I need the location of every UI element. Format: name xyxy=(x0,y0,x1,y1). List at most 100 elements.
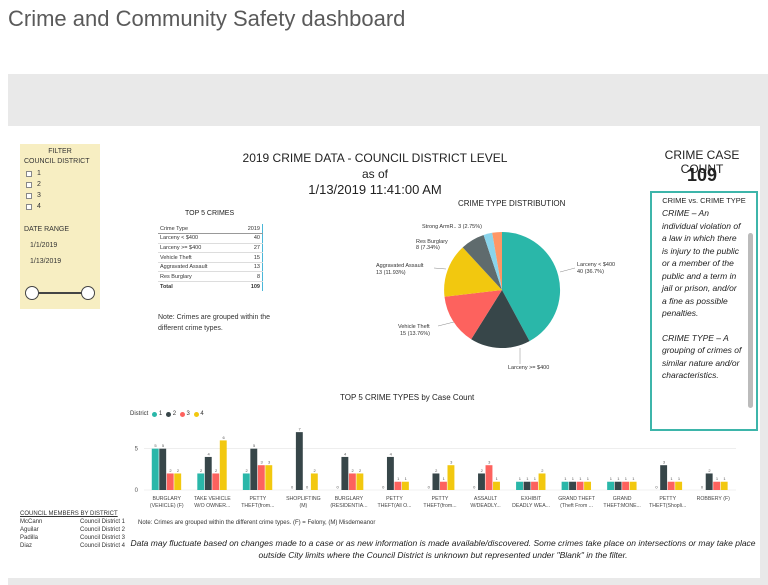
bar[interactable] xyxy=(531,481,538,490)
bar-data-label: 3 xyxy=(450,460,453,465)
pie-label: Vehicle Theft xyxy=(398,324,430,330)
bar[interactable] xyxy=(478,473,485,490)
bar[interactable] xyxy=(348,473,356,490)
slider-end-handle[interactable] xyxy=(81,286,95,300)
bar-data-label: 3 xyxy=(488,460,491,465)
bar-data-label: 1 xyxy=(625,476,628,481)
bar[interactable] xyxy=(440,481,447,490)
bar[interactable] xyxy=(675,481,683,490)
bar[interactable] xyxy=(166,473,174,490)
list-item: Padilla Council District 3 xyxy=(20,535,125,541)
district-checkbox-1[interactable]: 1 xyxy=(24,168,96,179)
col-year[interactable]: 2019 xyxy=(236,224,263,235)
bar[interactable] xyxy=(576,481,584,490)
definitions-body: CRIME – An individual violation of a law… xyxy=(652,205,756,382)
checkbox-icon[interactable] xyxy=(26,181,32,188)
legend-item-2[interactable]: 2 xyxy=(166,411,176,417)
bar[interactable] xyxy=(660,465,668,490)
slider-track[interactable] xyxy=(33,292,87,294)
x-tick-label: PETTY xyxy=(386,496,403,502)
legend-item-3[interactable]: 3 xyxy=(180,411,190,417)
crime-type-definition: CRIME TYPE – A grouping of crimes of sim… xyxy=(662,332,742,381)
date-start-input[interactable]: 1/1/2019 xyxy=(30,242,96,249)
district-checkbox-2[interactable]: 2 xyxy=(24,179,96,190)
definitions-scrollbar[interactable] xyxy=(748,233,753,408)
bar[interactable] xyxy=(667,481,675,490)
bar[interactable] xyxy=(705,473,713,490)
bar[interactable] xyxy=(584,481,592,490)
table-row: Larceny < $400 40 xyxy=(158,233,263,244)
bar[interactable] xyxy=(386,456,394,490)
district-checkbox-3[interactable]: 3 xyxy=(24,190,96,201)
bar-data-label: 0 xyxy=(701,485,704,490)
bar[interactable] xyxy=(356,473,364,490)
bar[interactable] xyxy=(212,473,220,490)
x-tick-label: (M) xyxy=(299,503,307,509)
bar[interactable] xyxy=(622,481,630,490)
bar[interactable] xyxy=(151,448,159,490)
bar-data-label: 2 xyxy=(352,468,355,473)
top5-title: TOP 5 CRIMES xyxy=(185,210,235,217)
x-tick-label: TAKE VEHICLE xyxy=(194,496,231,502)
checkbox-icon[interactable] xyxy=(26,170,32,177)
table-total-row: Total 109 xyxy=(158,281,263,292)
bar[interactable] xyxy=(159,448,167,490)
bar-data-label: 2 xyxy=(359,468,362,473)
bar[interactable] xyxy=(516,481,523,490)
bar-data-label: 0 xyxy=(655,485,658,490)
bar[interactable] xyxy=(310,473,318,490)
bar[interactable] xyxy=(493,481,500,490)
bar[interactable] xyxy=(538,473,546,490)
x-tick-label: BURGLARY xyxy=(153,496,182,502)
x-tick-label: GRAND xyxy=(613,496,632,502)
checkbox-icon[interactable] xyxy=(26,192,32,199)
bar[interactable] xyxy=(523,481,531,490)
bar[interactable] xyxy=(401,481,409,490)
bar[interactable] xyxy=(197,473,205,490)
bar[interactable] xyxy=(569,481,577,490)
bar[interactable] xyxy=(204,456,212,490)
bar-data-label: 1 xyxy=(534,476,537,481)
slider-start-handle[interactable] xyxy=(25,286,39,300)
bar-data-label: 1 xyxy=(678,476,681,481)
crime-definitions-card: CRIME vs. CRIME TYPE CRIME – An individu… xyxy=(650,191,758,431)
date-range-slider[interactable] xyxy=(25,285,95,301)
district-checkbox-4[interactable]: 4 xyxy=(24,201,96,212)
bar[interactable] xyxy=(720,481,728,490)
bar[interactable] xyxy=(713,481,721,490)
bar[interactable] xyxy=(174,473,182,490)
bar-data-label: 3 xyxy=(268,460,271,465)
bar[interactable] xyxy=(242,473,250,490)
bar[interactable] xyxy=(432,473,440,490)
report-title: 2019 CRIME DATA - COUNCIL DISTRICT LEVEL… xyxy=(240,150,510,198)
bar-data-label: 1 xyxy=(397,476,400,481)
legend-item-1[interactable]: 1 xyxy=(152,411,162,417)
top5-crime-types-bar-chart: 055 52 2BURGLARY(VEHICLE) (F)2426TAKE VEHI… xyxy=(135,427,736,509)
bar[interactable] xyxy=(295,432,303,490)
bar-data-label: 5 xyxy=(162,443,165,448)
case-count-value: 109 xyxy=(686,165,718,185)
bar[interactable] xyxy=(485,465,493,490)
bar[interactable] xyxy=(265,465,273,490)
col-crime-type[interactable]: Crime Type xyxy=(158,224,237,235)
bar[interactable] xyxy=(447,465,455,490)
bar[interactable] xyxy=(614,481,622,490)
bar[interactable] xyxy=(257,465,265,490)
bar[interactable] xyxy=(250,448,258,490)
pie-label: 8 (7.34%) xyxy=(416,245,440,251)
bar-data-label: 5 xyxy=(154,443,157,448)
bar[interactable] xyxy=(607,481,615,490)
bar-data-label: 1 xyxy=(632,476,635,481)
bar[interactable] xyxy=(341,456,349,490)
checkbox-icon[interactable] xyxy=(26,203,32,210)
bar-data-label: 4 xyxy=(390,451,393,456)
bar[interactable] xyxy=(629,481,637,490)
bar-data-label: 0 xyxy=(291,485,294,490)
date-end-input[interactable]: 1/13/2019 xyxy=(30,258,96,265)
bar-data-label: 4 xyxy=(344,451,347,456)
bar-data-label: 1 xyxy=(496,476,499,481)
bar[interactable] xyxy=(561,481,569,490)
legend-item-4[interactable]: 4 xyxy=(193,411,204,417)
bar[interactable] xyxy=(219,440,227,490)
bar[interactable] xyxy=(394,481,402,490)
